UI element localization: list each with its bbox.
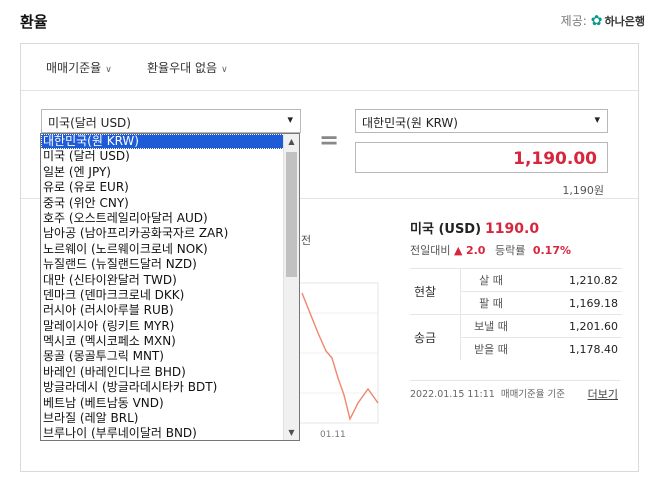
table-row: 현찰 살 때 1,210.82 [410, 268, 622, 315]
rate-value: 1,210.82 [521, 268, 622, 292]
currency-pair: 미국 (USD) 1190.0 [410, 218, 620, 237]
rate-kind: 받을 때 [460, 337, 521, 360]
dropdown-option[interactable]: 몽골 (몽골투그릭 MNT) [41, 349, 299, 364]
dropdown-option[interactable]: 말레이시아 (링키트 MYR) [41, 319, 299, 334]
to-amount-input[interactable]: 1,190.00 [355, 142, 608, 173]
change-value: 2.0 [465, 244, 486, 257]
to-amount-sub: 1,190원 [562, 184, 604, 197]
rate-value: 1,169.18 [521, 291, 622, 315]
preference-label: 환율우대 없음 [147, 61, 218, 75]
more-link[interactable]: 더보기 [588, 386, 618, 402]
preference-filter[interactable]: 환율우대 없음 ∨ [147, 59, 228, 76]
chevron-down-icon: ∨ [221, 65, 228, 75]
change-label: 전일대비 [410, 244, 451, 257]
filter-bar: 매매기준율 ∨ 환율우대 없음 ∨ [21, 44, 638, 91]
provider-bank[interactable]: ✿ 하나은행 [591, 13, 645, 29]
rate-footer: 2022.01.15 11:11 매매기준율 기준 더보기 [410, 380, 620, 402]
dropdown-option[interactable]: 노르웨이 (노르웨이크로네 NOK) [41, 242, 299, 257]
from-currency-value: 미국(달러 USD) [48, 116, 131, 130]
table-row: 송금 보낼 때 1,201.60 [410, 314, 622, 360]
remit-label: 송금 [410, 314, 461, 360]
rate-info: 미국 (USD) 1190.0 전일대비 ▲ 2.0 등락률 0.17% [410, 218, 620, 257]
rate-basis-label: 매매기준율 [46, 61, 102, 75]
equals-icon: = [319, 126, 340, 154]
caret-down-icon: ▾ [594, 113, 600, 126]
from-currency-select[interactable]: 미국(달러 USD) ▾ [41, 109, 301, 133]
rate-value: 1,178.40 [521, 337, 622, 360]
rate-basis-filter[interactable]: 매매기준율 ∨ [46, 59, 112, 76]
dropdown-options: 대한민국(원 KRW) 미국 (달러 USD) 일본 (엔 JPY) 유로 (유로 E… [41, 134, 299, 440]
change-pct: 0.17% [532, 244, 571, 257]
dropdown-option[interactable]: 호주 (오스트레일리아달러 AUD) [41, 211, 299, 226]
dropdown-scrollbar[interactable]: ▲ ▼ [283, 134, 299, 440]
rates-table: 현찰 살 때 1,210.82 팔 때 1,169.18 송금 보낼 때 1,2… [410, 268, 622, 360]
dropdown-option[interactable]: 미국 (달러 USD) [41, 149, 299, 164]
dropdown-option[interactable]: 방글라데시 (방글라데시타카 BDT) [41, 380, 299, 395]
pair-name: 미국 (USD) [410, 222, 482, 237]
provider-info: 제공: ✿ 하나은행 [561, 12, 645, 29]
currency-dropdown-list[interactable]: 대한민국(원 KRW) 미국 (달러 USD) 일본 (엔 JPY) 유로 (유로 E… [40, 133, 300, 441]
dropdown-option[interactable]: 대만 (신타이완달러 TWD) [41, 273, 299, 288]
dropdown-option[interactable]: 베트남 (베트남동 VND) [41, 396, 299, 411]
change-rate-label: 등락률 [494, 244, 526, 257]
timestamp: 2022.01.15 11:11 [410, 389, 495, 400]
rate-kind: 팔 때 [460, 291, 521, 315]
to-currency-select[interactable]: 대한민국(원 KRW) ▾ [355, 109, 608, 133]
rate-change: 전일대비 ▲ 2.0 등락률 0.17% [410, 242, 571, 258]
dropdown-option[interactable]: 중국 (위안 CNY) [41, 196, 299, 211]
caret-down-icon: ▾ [287, 113, 293, 126]
triangle-up-icon: ▲ [453, 244, 463, 257]
scroll-thumb[interactable] [286, 152, 297, 277]
dropdown-option[interactable]: 유로 (유로 EUR) [41, 180, 299, 195]
rate-kind: 보낼 때 [460, 314, 521, 338]
dropdown-option[interactable]: 러시아 (러시아루블 RUB) [41, 303, 299, 318]
provider-name: 하나은행 [604, 14, 645, 28]
chart-x-tick: 01.11 [320, 430, 346, 440]
dropdown-option[interactable]: 덴마크 (덴마크크로네 DKK) [41, 288, 299, 303]
cash-label: 현찰 [410, 268, 461, 315]
dropdown-option[interactable]: 브루나이 (부루네이달러 BND) [41, 426, 299, 440]
basis-note: 매매기준율 기준 [500, 389, 566, 400]
to-currency-value: 대한민국(원 KRW) [362, 116, 458, 130]
rate-line [301, 292, 379, 422]
hana-logo-icon: ✿ [590, 12, 603, 29]
page-title: 환율 [20, 13, 48, 31]
scroll-down-icon[interactable]: ▼ [284, 425, 299, 440]
dropdown-option[interactable]: 뉴질랜드 (뉴질랜드달러 NZD) [41, 257, 299, 272]
dropdown-option[interactable]: 멕시코 (멕시코페소 MXN) [41, 334, 299, 349]
dropdown-option[interactable]: 남아공 (남아프리카공화국자르 ZAR) [41, 226, 299, 241]
provider-label: 제공: [560, 14, 587, 28]
dropdown-option[interactable]: 대한민국(원 KRW) [41, 134, 299, 150]
chevron-down-icon: ∨ [105, 65, 112, 75]
dropdown-option[interactable]: 일본 (엔 JPY) [41, 165, 299, 180]
scroll-up-icon[interactable]: ▲ [284, 134, 299, 149]
dropdown-option[interactable]: 브라질 (레알 BRL) [41, 411, 299, 426]
pair-rate: 1190.0 [485, 221, 540, 237]
rate-value: 1,201.60 [521, 314, 622, 338]
rate-kind: 살 때 [460, 268, 521, 292]
dropdown-option[interactable]: 바레인 (바레인디나르 BHD) [41, 365, 299, 380]
